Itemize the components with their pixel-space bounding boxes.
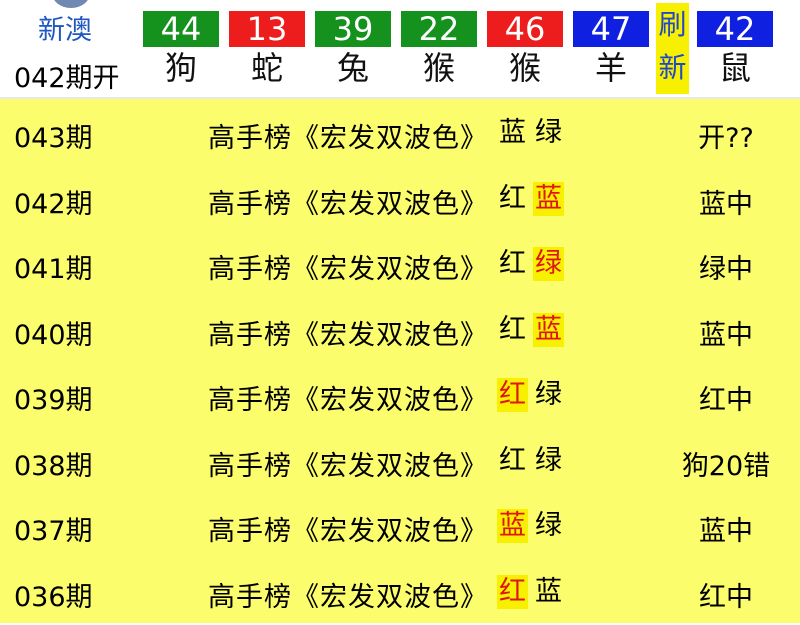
table-row: 039期 高手榜《宏发双波色》 红 绿 红中: [0, 362, 800, 428]
row-option-2: 绿: [535, 444, 562, 476]
ball-number: 46: [487, 11, 563, 47]
row-option-1: 红: [499, 444, 526, 476]
row-option-1: 红: [499, 182, 526, 214]
row-option-2: 绿: [535, 117, 562, 148]
ball-slot-2: 13 蛇: [229, 11, 305, 87]
row-option-1: 红: [499, 248, 526, 279]
row-result: 蓝中: [699, 188, 753, 220]
row-option-1: 红: [497, 574, 528, 609]
refresh-label-2: 新: [658, 51, 687, 84]
ball-zodiac: 蛇: [250, 49, 283, 87]
row-result: 开??: [698, 123, 754, 154]
draw-header: 新澳 042期开 44 狗 13 蛇 39 兔 22 猴 46 猴 47 羊 刷…: [0, 0, 800, 99]
row-title: 高手榜《宏发双波色》: [208, 319, 488, 351]
logo-icon: [52, 0, 90, 8]
ball-slot-special: 42 鼠: [697, 11, 773, 87]
row-issue: 037期: [14, 516, 93, 547]
row-title: 高手榜《宏发双波色》: [208, 123, 488, 154]
row-issue: 042期: [14, 188, 93, 220]
row-option-2: 蓝: [533, 312, 564, 347]
row-result: 绿中: [699, 254, 753, 285]
row-option-2: 绿: [535, 379, 562, 410]
row-option-1: 蓝: [499, 117, 526, 148]
ball-number: 13: [229, 11, 305, 47]
row-issue: 041期: [14, 254, 93, 285]
ball-number: 47: [573, 11, 649, 47]
ball-number: 42: [697, 11, 773, 47]
ball-zodiac: 兔: [336, 49, 369, 87]
row-result: 蓝中: [699, 319, 753, 351]
region-label: 新澳: [38, 15, 92, 46]
ball-slot-6: 47 羊: [573, 11, 649, 87]
table-row: 041期 高手榜《宏发双波色》 红 绿 绿中: [0, 231, 800, 297]
row-result: 红中: [699, 385, 753, 416]
row-title: 高手榜《宏发双波色》: [208, 385, 488, 416]
ball-slot-4: 22 猴: [401, 11, 477, 87]
row-issue: 043期: [14, 123, 93, 154]
table-row: 038期 高手榜《宏发双波色》 红 绿 狗20错: [0, 428, 800, 494]
row-issue: 039期: [14, 385, 93, 416]
row-issue: 040期: [14, 319, 93, 351]
row-result: 狗20错: [681, 450, 771, 482]
ball-zodiac: 鼠: [718, 49, 751, 87]
row-issue: 038期: [14, 450, 93, 482]
row-title: 高手榜《宏发双波色》: [208, 254, 488, 285]
ball-slot-1: 44 狗: [143, 11, 219, 87]
row-title: 高手榜《宏发双波色》: [208, 450, 488, 482]
ball-zodiac: 猴: [422, 49, 455, 87]
ball-zodiac: 猴: [508, 49, 541, 87]
table-row: 042期 高手榜《宏发双波色》 红 蓝 蓝中: [0, 166, 800, 232]
ball-slot-5: 46 猴: [487, 11, 563, 87]
refresh-button[interactable]: 刷 新: [656, 3, 689, 94]
row-result: 红中: [699, 581, 753, 613]
row-option-1: 红: [499, 313, 526, 345]
row-title: 高手榜《宏发双波色》: [208, 516, 488, 547]
row-option-1: 蓝: [497, 509, 528, 543]
row-option-2: 蓝: [533, 181, 564, 216]
row-title: 高手榜《宏发双波色》: [208, 581, 488, 613]
row-issue: 036期: [14, 581, 93, 613]
table-row: 040期 高手榜《宏发双波色》 红 蓝 蓝中: [0, 297, 800, 363]
table-row: 043期 高手榜《宏发双波色》 蓝 绿 开??: [0, 100, 800, 166]
row-option-2: 绿: [535, 510, 562, 541]
ball-slot-3: 39 兔: [315, 11, 391, 87]
prediction-list: 043期 高手榜《宏发双波色》 蓝 绿 开?? 042期 高手榜《宏发双波色》 …: [0, 99, 800, 623]
ball-number: 44: [143, 11, 219, 47]
table-row: 037期 高手榜《宏发双波色》 蓝 绿 蓝中: [0, 493, 800, 559]
table-row: 036期 高手榜《宏发双波色》 红 蓝 红中: [0, 559, 800, 625]
ball-zodiac: 羊: [594, 49, 627, 87]
row-option-1: 红: [497, 378, 528, 412]
ball-number: 39: [315, 11, 391, 47]
row-title: 高手榜《宏发双波色》: [208, 188, 488, 220]
issue-open-label: 042期开: [14, 63, 120, 94]
ball-number: 22: [401, 11, 477, 47]
row-result: 蓝中: [699, 516, 753, 547]
row-option-2: 蓝: [535, 575, 562, 607]
ball-zodiac: 狗: [164, 49, 197, 87]
refresh-label-1: 刷: [658, 8, 687, 41]
row-option-2: 绿: [533, 247, 564, 281]
